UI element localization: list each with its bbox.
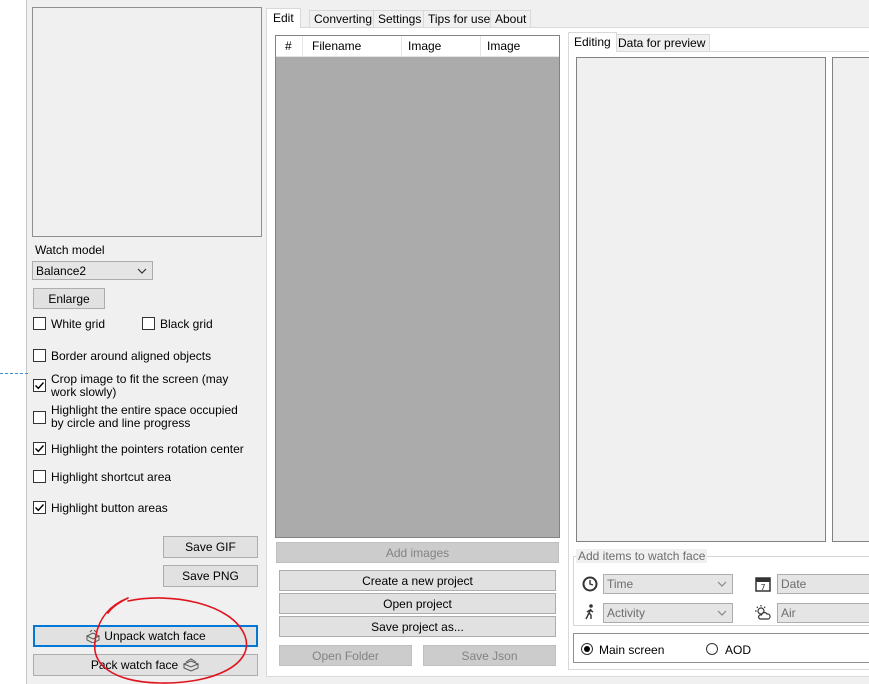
checkbox-box[interactable] [33,349,46,362]
checkbox-label: Border around aligned objects [51,349,212,363]
table-header: # Filename Image Image [276,36,559,57]
chevron-down-icon [717,581,727,587]
unpack-watch-face-button[interactable]: Unpack watch face [33,625,258,647]
date-select[interactable]: Date [777,574,869,594]
column-header[interactable]: Image [487,39,520,53]
tab-settings[interactable]: Settings [373,10,427,27]
save-json-button[interactable]: Save Json [423,645,556,666]
checkmark-icon [35,445,45,453]
enlarge-button[interactable]: Enlarge [33,288,105,309]
column-header[interactable]: Image [408,39,441,53]
time-value: Time [607,577,634,591]
watch-model-select[interactable]: Balance2 [32,261,153,280]
checkbox-box[interactable] [33,501,46,514]
checkbox-label: Crop image to fit the screen (may work s… [51,372,229,399]
date-value: Date [781,577,807,591]
column-divider [480,36,481,56]
checkmark-icon [35,504,45,512]
pack-icon [182,658,200,672]
create-project-button[interactable]: Create a new project [279,570,556,591]
element-properties[interactable] [832,57,869,542]
checkbox-box[interactable] [142,317,155,330]
tab-edit[interactable]: Edit [266,8,301,28]
air-value: Air [781,606,796,620]
unpack-icon [86,629,101,643]
add-items-legend: Add items to watch face [576,549,708,563]
time-select[interactable]: Time [603,574,733,594]
element-list[interactable] [576,57,826,542]
main-screen-label: Main screen [599,643,665,657]
checkbox-box[interactable] [33,379,46,392]
save-project-as-button[interactable]: Save project as... [279,616,556,637]
checkbox-box[interactable] [33,470,46,483]
aod-radio[interactable] [706,643,718,655]
checkbox-label: Highlight the entire space occupied by c… [51,403,238,430]
watch-model-value: Balance2 [36,264,87,278]
checkbox-label: Highlight button areas [51,501,168,515]
column-header[interactable]: Filename [312,39,361,53]
activity-value: Activity [607,606,646,620]
aod-label: AOD [725,643,752,657]
checkbox-label: Highlight the pointers rotation center [51,442,244,456]
tab-editing[interactable]: Editing [568,32,617,52]
tab-data-for-preview[interactable]: Data for preview [613,34,711,51]
column-header[interactable]: # [285,39,292,53]
watch-preview [32,7,262,237]
column-divider [302,36,303,56]
tab-about[interactable]: About [490,10,532,27]
air-select[interactable]: Air [777,603,869,623]
calendar-icon: 7 [755,577,771,592]
save-png-button[interactable]: Save PNG [163,565,258,587]
main-screen-radio[interactable] [581,643,593,655]
checkbox-box[interactable] [33,411,46,424]
images-table[interactable]: # Filename Image Image [275,35,560,538]
checkbox-label: Highlight shortcut area [51,470,172,484]
tab-converting[interactable]: Converting [309,10,378,27]
weather-icon [755,605,771,620]
window-edge [0,0,27,684]
column-divider [401,36,402,56]
save-gif-button[interactable]: Save GIF [163,536,258,558]
open-folder-button[interactable]: Open Folder [279,645,412,666]
tab-tips[interactable]: Tips for use [423,10,496,27]
checkbox-box[interactable] [33,442,46,455]
activity-select[interactable]: Activity [603,603,733,623]
unpack-label: Unpack watch face [104,629,206,643]
watch-model-label: Watch model [35,243,105,257]
walking-icon [585,604,594,620]
checkbox-label: Black grid [160,317,213,331]
open-project-button[interactable]: Open project [279,593,556,614]
checkbox-box[interactable] [33,317,46,330]
guide-line [0,373,28,374]
svg-text:7: 7 [760,583,765,592]
chevron-down-icon [137,268,147,274]
checkbox-label: White grid [51,317,106,331]
pack-label: Pack watch face [90,658,179,672]
chevron-down-icon [717,610,727,616]
add-images-button[interactable]: Add images [276,542,559,563]
pack-watch-face-button[interactable]: Pack watch face [33,654,258,676]
clock-icon [582,576,598,592]
checkmark-icon [35,382,45,390]
